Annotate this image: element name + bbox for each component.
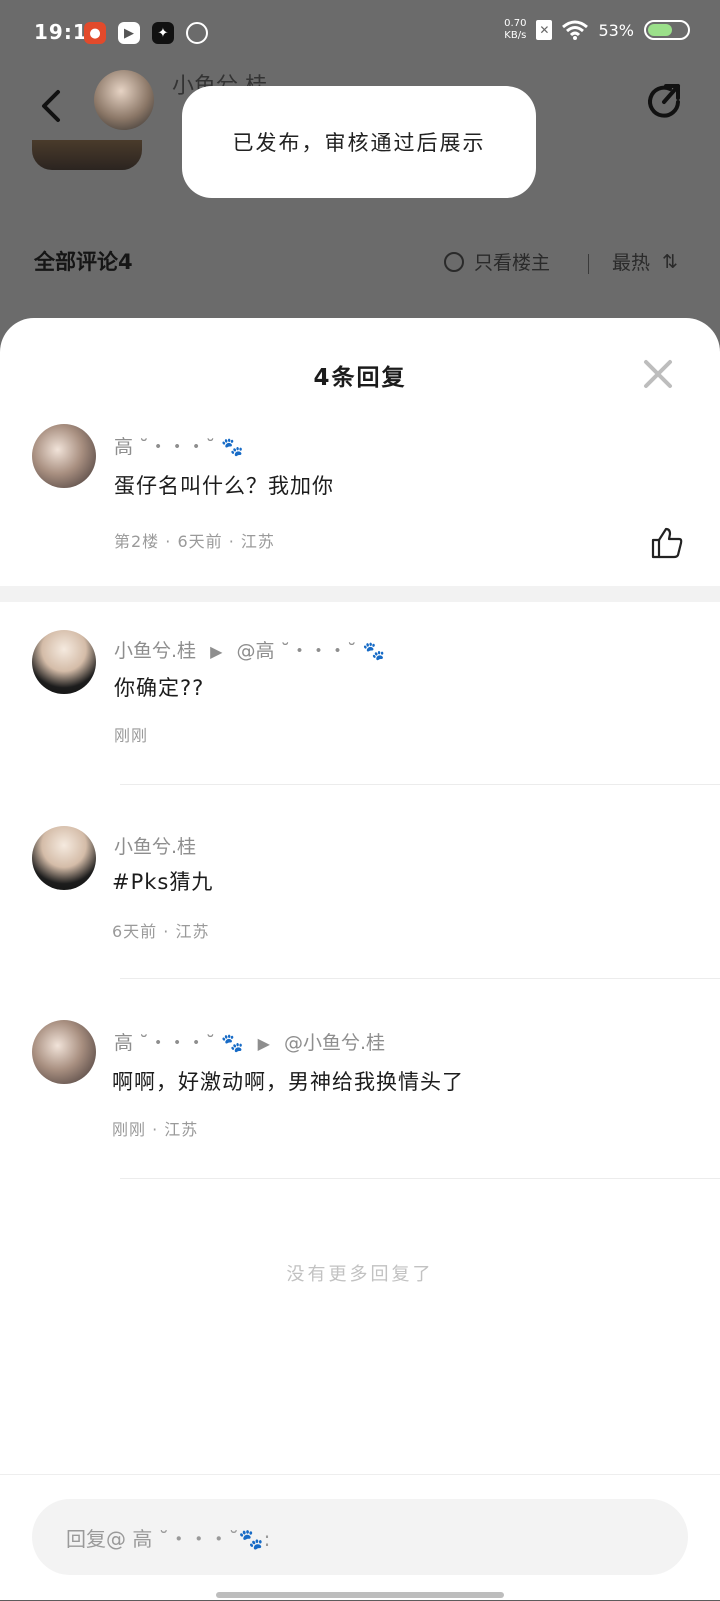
- battery-icon: [644, 20, 690, 40]
- sort-button[interactable]: 最热 ⇅: [612, 248, 678, 275]
- comment-meta: 第2楼 · 6天前 · 江苏: [114, 532, 275, 551]
- close-icon[interactable]: [642, 358, 674, 390]
- author-name-deco: ˘・・・˘: [139, 436, 216, 458]
- reply-author[interactable]: 小鱼兮.桂: [114, 832, 196, 859]
- author-avatar[interactable]: [94, 70, 154, 130]
- avatar[interactable]: [32, 630, 96, 694]
- reply-text: #Pks猜九: [112, 870, 214, 894]
- app-notification-icon: ●: [84, 22, 106, 44]
- reply-author-line: 小鱼兮.桂 ▶ @高 ˘・・・˘ 🐾: [114, 636, 385, 663]
- status-right: 0.70 KB/s ✕ 53%: [504, 18, 690, 42]
- sheet-title: 4条回复: [313, 365, 407, 391]
- reply-item: 小鱼兮.桂 #Pks猜九 6天前 · 江苏: [0, 824, 720, 984]
- reply-arrow-icon: ▶: [210, 642, 223, 661]
- wifi-icon: [562, 20, 589, 40]
- net-speed-unit: KB/s: [504, 30, 527, 41]
- section-divider: [0, 586, 720, 602]
- paw-icon: 🐾: [221, 437, 244, 458]
- net-speed-value: 0.70: [504, 18, 527, 29]
- no-more-replies: 没有更多回复了: [286, 1264, 434, 1285]
- reply-author[interactable]: 小鱼兮.桂: [114, 640, 196, 662]
- sort-divider: [588, 254, 589, 274]
- divider: [120, 978, 720, 979]
- toast-message: 已发布，审核通过后展示: [182, 86, 536, 198]
- reply-input[interactable]: 回复@ 高 ˘・・・˘🐾:: [32, 1499, 688, 1575]
- reply-author[interactable]: 高: [114, 1032, 133, 1054]
- share-icon[interactable]: [642, 80, 686, 124]
- reply-item: 高 ˘・・・˘ 🐾 ▶ @小鱼兮.桂 啊啊，好激动啊，男神给我换情头了 刚刚 ·…: [0, 1020, 720, 1180]
- comments-bar: 全部评论4 只看楼主 最热 ⇅: [0, 238, 720, 288]
- net-speed: 0.70 KB/s: [504, 18, 526, 42]
- post-thumbnail: [32, 140, 142, 170]
- only-op-label: 只看楼主: [474, 252, 551, 274]
- avatar[interactable]: [32, 1020, 96, 1084]
- paw-icon: 🐾: [221, 1033, 244, 1054]
- comment-text: 蛋仔名叫什么？我加你: [114, 474, 334, 498]
- sort-label: 最热: [612, 252, 651, 274]
- reply-target[interactable]: @小鱼兮.桂: [284, 1032, 385, 1054]
- all-comments-label: 全部评论4: [34, 250, 133, 274]
- reply-text: 你确定??: [114, 676, 205, 700]
- reply-input-bar: 回复@ 高 ˘・・・˘🐾:: [0, 1474, 720, 1601]
- reply-meta: 6天前 · 江苏: [112, 922, 210, 941]
- author-name-text: 高: [114, 436, 134, 458]
- only-op-toggle[interactable]: 只看楼主: [444, 248, 550, 275]
- sparkle-app-icon: ✦: [152, 22, 174, 44]
- sort-icon: ⇅: [662, 250, 678, 273]
- reply-text: 啊啊，好激动啊，男神给我换情头了: [112, 1070, 464, 1094]
- reply-author-deco: ˘・・・˘: [139, 1032, 216, 1054]
- back-icon[interactable]: [36, 86, 66, 126]
- avatar[interactable]: [32, 424, 96, 488]
- sim-icon: ✕: [536, 20, 553, 40]
- comment-author[interactable]: 高 ˘・・・˘ 🐾: [114, 432, 244, 459]
- paw-icon: 🐾: [362, 641, 385, 662]
- video-icon: ▶: [118, 22, 140, 44]
- sync-app-icon: [186, 22, 208, 44]
- reply-item: 小鱼兮.桂 ▶ @高 ˘・・・˘ 🐾 你确定?? 刚刚: [0, 628, 720, 788]
- status-bar: 19:15 ● ▶ ✦ 0.70 KB/s ✕ 53%: [0, 0, 720, 66]
- reply-meta: 刚刚: [114, 726, 149, 745]
- reply-target-deco: ˘・・・˘: [280, 640, 357, 662]
- replies-sheet: 4条回复 高 ˘・・・˘ 🐾 蛋仔名叫什么？我加你 第2楼 · 6天前 · 江苏…: [0, 318, 720, 1600]
- avatar[interactable]: [32, 826, 96, 890]
- like-icon[interactable]: [650, 526, 684, 560]
- reply-arrow-icon: ▶: [257, 1034, 270, 1053]
- home-indicator[interactable]: [216, 1592, 504, 1598]
- divider: [120, 1178, 720, 1179]
- radio-icon: [444, 251, 464, 272]
- notification-icons: ● ▶ ✦: [84, 22, 208, 44]
- battery-percent: 53%: [598, 20, 634, 40]
- divider: [120, 784, 720, 785]
- main-comment: 高 ˘・・・˘ 🐾 蛋仔名叫什么？我加你 第2楼 · 6天前 · 江苏: [0, 418, 720, 588]
- reply-meta: 刚刚 · 江苏: [112, 1120, 199, 1139]
- reply-author-line: 高 ˘・・・˘ 🐾 ▶ @小鱼兮.桂: [114, 1028, 385, 1055]
- reply-target[interactable]: @高: [236, 640, 274, 662]
